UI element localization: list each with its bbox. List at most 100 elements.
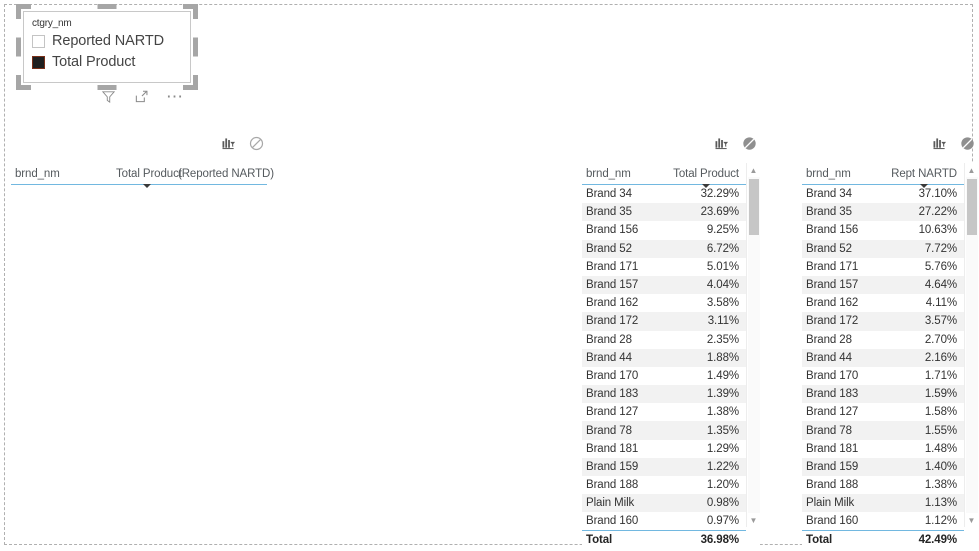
- column-header-brnd-nm[interactable]: brnd_nm: [582, 167, 666, 184]
- resize-handle-top-right-h[interactable]: [183, 4, 198, 9]
- table-visual-middle[interactable]: brnd_nm Total Product Brand 34 32.29% Bran…: [582, 137, 760, 549]
- table-row[interactable]: Brand 44 1.88%: [582, 348, 746, 367]
- table-row[interactable]: Brand 127 1.38%: [582, 403, 746, 421]
- cell-brand-name: Brand 170: [586, 369, 639, 382]
- cell-brand-name: Brand 181: [806, 442, 859, 455]
- column-header-total-product[interactable]: Total Product: [666, 167, 746, 188]
- column-header-rept-nartd[interactable]: Rept NARTD: [884, 167, 964, 188]
- table-row[interactable]: Plain Milk 0.98%: [582, 494, 746, 513]
- table-row[interactable]: Brand 170 1.71%: [802, 367, 964, 385]
- cell-brand-name: Brand 127: [586, 406, 639, 419]
- table-row[interactable]: Brand 157 4.64%: [802, 275, 964, 295]
- table-row[interactable]: Brand 78 1.35%: [582, 421, 746, 440]
- scrollbar-thumb[interactable]: [967, 179, 977, 235]
- scroll-down-arrow-icon[interactable]: ▼: [965, 513, 978, 527]
- cell-brand-name: Brand 78: [806, 424, 852, 437]
- scroll-down-arrow-icon[interactable]: ▼: [747, 513, 760, 527]
- slicer-item-total-product[interactable]: Total Product: [32, 52, 182, 73]
- table-row[interactable]: Brand 52 6.72%: [582, 239, 746, 258]
- drill-filter-icon[interactable]: [713, 135, 730, 152]
- table-column-headers: brnd_nm Total Product (Reported NARTD): [11, 163, 274, 188]
- table-row[interactable]: Brand 172 3.57%: [802, 312, 964, 331]
- table-row[interactable]: Brand 181 1.48%: [802, 440, 964, 458]
- column-header-reported-nartd[interactable]: (Reported NARTD): [178, 167, 274, 184]
- table-row[interactable]: Brand 28 2.35%: [582, 331, 746, 349]
- table-visual-right[interactable]: brnd_nm Rept NARTD Brand 34 37.10% Brand 3…: [802, 137, 978, 549]
- more-options-icon[interactable]: ⋯: [166, 88, 185, 105]
- column-header-brnd-nm[interactable]: brnd_nm: [11, 167, 116, 184]
- scroll-up-arrow-icon[interactable]: ▲: [747, 163, 760, 177]
- table-row[interactable]: Brand 181 1.29%: [582, 440, 746, 458]
- resize-handle-top-left-h[interactable]: [16, 4, 31, 9]
- cell-brand-name: Plain Milk: [586, 497, 635, 510]
- slicer-body: ctgry_nm Reported NARTD Total Product: [23, 11, 191, 83]
- table-row[interactable]: Brand 171 5.01%: [582, 258, 746, 276]
- slicer-visual-ctgry-nm[interactable]: ctgry_nm Reported NARTD Total Product: [16, 4, 198, 90]
- table-row[interactable]: Brand 172 3.11%: [582, 312, 746, 331]
- table-row[interactable]: Brand 34 37.10%: [802, 185, 964, 203]
- table-row[interactable]: Brand 188 1.20%: [582, 476, 746, 494]
- slicer-item-reported-nartd[interactable]: Reported NARTD: [32, 31, 182, 52]
- table-row[interactable]: Brand 170 1.49%: [582, 367, 746, 385]
- table-row[interactable]: Brand 160 0.97%: [582, 512, 746, 530]
- no-data-icon[interactable]: [959, 135, 976, 152]
- cell-brand-name: Brand 156: [586, 224, 639, 237]
- table-row[interactable]: Brand 35 27.22%: [802, 203, 964, 222]
- vertical-scrollbar[interactable]: ▲ ▼: [746, 163, 760, 527]
- table-row[interactable]: Brand 34 32.29%: [582, 185, 746, 203]
- table-row[interactable]: Brand 183 1.59%: [802, 385, 964, 404]
- resize-handle-bottom-right-h[interactable]: [183, 85, 198, 90]
- resize-handle-top-right-v[interactable]: [193, 4, 198, 19]
- table-row[interactable]: Brand 52 7.72%: [802, 239, 964, 258]
- column-header-brnd-nm[interactable]: brnd_nm: [802, 167, 884, 184]
- table-row[interactable]: Brand 159 1.40%: [802, 457, 964, 476]
- resize-handle-top-left-v[interactable]: [16, 4, 21, 19]
- table-row[interactable]: Brand 78 1.55%: [802, 421, 964, 440]
- resize-handle-middle-left[interactable]: [16, 37, 21, 57]
- resize-handle-middle-right[interactable]: [193, 37, 198, 57]
- table-rows-right: Brand 34 37.10% Brand 35 27.22% Brand 156 10.…: [802, 185, 964, 530]
- focus-mode-icon[interactable]: [133, 88, 150, 105]
- checkbox-unchecked-icon[interactable]: [32, 35, 45, 48]
- table-row[interactable]: Brand 171 5.76%: [802, 258, 964, 276]
- cell-brand-name: Brand 157: [586, 279, 639, 292]
- cell-brand-name: Brand 172: [806, 315, 859, 328]
- cell-value: 1.20%: [706, 479, 739, 492]
- filter-icon[interactable]: [100, 88, 117, 105]
- slicer-footer-toolbar: ⋯: [100, 88, 185, 105]
- resize-handle-bottom-right-v[interactable]: [193, 75, 198, 90]
- column-header-total-product[interactable]: Total Product: [116, 167, 182, 188]
- drill-filter-icon[interactable]: [931, 135, 948, 152]
- table-row[interactable]: Plain Milk 1.13%: [802, 494, 964, 513]
- table-visual-left[interactable]: brnd_nm Total Product (Reported NARTD): [11, 136, 274, 188]
- resize-handle-bottom-left-h[interactable]: [16, 85, 31, 90]
- no-data-icon[interactable]: [248, 135, 265, 152]
- no-data-icon[interactable]: [741, 135, 758, 152]
- drill-filter-icon[interactable]: [220, 135, 237, 152]
- table-row[interactable]: Brand 156 10.63%: [802, 221, 964, 239]
- cell-brand-name: Brand 183: [586, 388, 639, 401]
- table-row[interactable]: Brand 44 2.16%: [802, 348, 964, 367]
- table-row[interactable]: Brand 162 3.58%: [582, 294, 746, 312]
- table-row[interactable]: Brand 162 4.11%: [802, 294, 964, 312]
- table-row[interactable]: Brand 127 1.58%: [802, 403, 964, 421]
- table-row[interactable]: Brand 183 1.39%: [582, 385, 746, 404]
- table-row[interactable]: Brand 188 1.38%: [802, 476, 964, 494]
- checkbox-checked-icon[interactable]: [32, 56, 45, 69]
- resize-handle-bottom-left-v[interactable]: [16, 75, 21, 90]
- cell-value: 0.97%: [706, 515, 739, 528]
- vertical-scrollbar[interactable]: ▲ ▼: [964, 163, 978, 527]
- slicer-item-label: Total Product: [52, 54, 136, 70]
- table-row[interactable]: Brand 35 23.69%: [582, 203, 746, 222]
- table-row[interactable]: Brand 156 9.25%: [582, 221, 746, 239]
- scroll-up-arrow-icon[interactable]: ▲: [965, 163, 978, 177]
- cell-value: 1.49%: [706, 369, 739, 382]
- scrollbar-thumb[interactable]: [749, 179, 759, 235]
- table-row[interactable]: Brand 28 2.70%: [802, 331, 964, 349]
- cell-brand-name: Brand 159: [586, 460, 639, 473]
- cell-brand-name: Brand 34: [806, 188, 852, 201]
- table-row[interactable]: Brand 157 4.04%: [582, 275, 746, 295]
- resize-handle-top-center[interactable]: [97, 4, 117, 9]
- table-row[interactable]: Brand 160 1.12%: [802, 512, 964, 530]
- table-row[interactable]: Brand 159 1.22%: [582, 457, 746, 476]
